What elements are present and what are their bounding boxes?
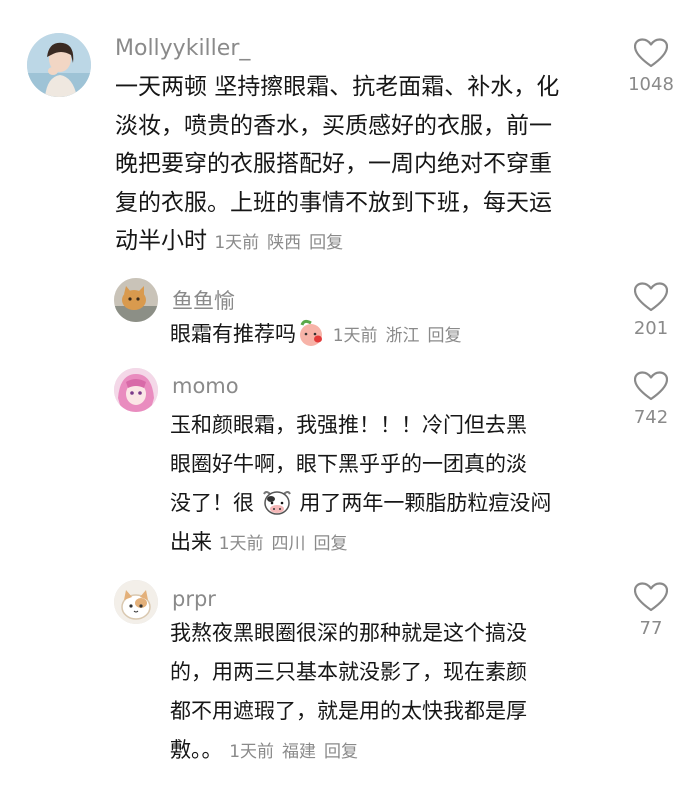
like-button[interactable]: 742 [624, 371, 678, 428]
heart-icon[interactable] [634, 371, 668, 401]
like-count: 742 [633, 407, 669, 428]
reply-button[interactable]: 回复 [314, 534, 348, 554]
user-avatar[interactable] [114, 580, 158, 624]
comment-location: 浙江 [385, 326, 420, 346]
comment-line: 没了！很 [170, 491, 254, 515]
comment-line: 淡妆，喷贵的香水，买质感好的衣服，前一 [115, 112, 552, 139]
comment-location: 四川 [271, 534, 306, 554]
comment-location: 陕西 [267, 233, 302, 253]
comment-time: 1天前 [214, 233, 260, 253]
comment-last-line: 动半小时 1天前 陕西 回复 [115, 222, 559, 263]
user-avatar[interactable] [114, 278, 158, 322]
like-count: 77 [639, 618, 663, 639]
comment-time: 1天前 [229, 742, 275, 762]
cow-emoji [262, 491, 291, 515]
comment-meta: 1天前 陕西 回复 [214, 233, 351, 253]
peach-face-emoji [300, 319, 322, 346]
comment-line: 动半小时 [115, 228, 207, 254]
user-avatar[interactable] [114, 368, 158, 412]
like-count: 1048 [628, 74, 674, 95]
comment-line: 一天两顿 坚持擦眼霜、抗老面霜、补水，化 [115, 74, 560, 100]
user-avatar[interactable] [27, 33, 91, 97]
comment-line: 玉和颜眼霜，我强推！！！冷门但去黑 [170, 413, 527, 437]
comment-line: 眼圈好牛啊，眼下黑乎乎的一团真的淡 [170, 452, 527, 476]
comment-last-line: 出来 1天前 四川 回复 [170, 523, 551, 564]
heart-icon[interactable] [634, 582, 668, 612]
reply-button[interactable]: 回复 [428, 326, 462, 346]
comment-time: 1天前 [332, 326, 378, 346]
comment-text: 一天两顿 坚持擦眼霜、抗老面霜、补水，化 淡妆，喷贵的香水，买质感好的衣服，前一… [115, 68, 559, 263]
username[interactable]: Mollyykiller_ [115, 36, 250, 61]
comment-location: 福建 [282, 742, 317, 762]
comment-line: 复的衣服。上班的事情不放到下班，每天运 [115, 189, 552, 216]
comment-text: 玉和颜眼霜，我强推！！！冷门但去黑 眼圈好牛啊，眼下黑乎乎的一团真的淡 没了！很… [170, 406, 551, 564]
username[interactable]: prpr [172, 587, 216, 611]
comment-last-line: 眼霜有推荐吗 1天前 浙江 回复 [170, 315, 470, 356]
like-button[interactable]: 201 [624, 282, 678, 339]
username[interactable]: 鱼鱼愉 [172, 285, 235, 315]
like-count: 201 [633, 318, 669, 339]
comment-line: 出来 [170, 530, 212, 554]
comment-line-with-emoji: 没了！很 用了两年一颗脂肪粒痘没闷 [170, 484, 551, 523]
comment-line: 我熬夜黑眼圈很深的那种就是这个搞没 [170, 621, 527, 645]
comment-meta: 1天前 浙江 回复 [333, 326, 470, 346]
comment-line: 晚把要穿的衣服搭配好，一周内绝对不穿重 [115, 151, 552, 177]
comment-line: 的，用两三只基本就没影了，现在素颜 [170, 660, 527, 684]
comment-line: 都不用遮瑕了，就是用的太快我都是厚 [170, 699, 527, 723]
comment-meta: 1天前 四川 回复 [219, 534, 356, 554]
comment-text: 眼霜有推荐吗 1天前 浙江 回复 [170, 315, 470, 356]
reply-button[interactable]: 回复 [324, 742, 358, 762]
heart-icon[interactable] [634, 38, 668, 68]
like-button[interactable]: 77 [624, 582, 678, 639]
comment-last-line: 敷。。 1天前 福建 回复 [170, 731, 527, 772]
heart-icon[interactable] [634, 282, 668, 312]
comment-line: 敷。。 [170, 738, 223, 762]
reply-button[interactable]: 回复 [309, 233, 343, 253]
comment-text: 我熬夜黑眼圈很深的那种就是这个搞没 的，用两三只基本就没影了，现在素颜 都不用遮… [170, 614, 527, 772]
comment-line: 眼霜有推荐吗 [170, 322, 296, 346]
username[interactable]: momo [172, 374, 239, 398]
comment-line: 用了两年一颗脂肪粒痘没闷 [299, 491, 552, 515]
comment-meta: 1天前 福建 回复 [229, 742, 366, 762]
like-button[interactable]: 1048 [624, 38, 678, 95]
comment-time: 1天前 [218, 534, 264, 554]
